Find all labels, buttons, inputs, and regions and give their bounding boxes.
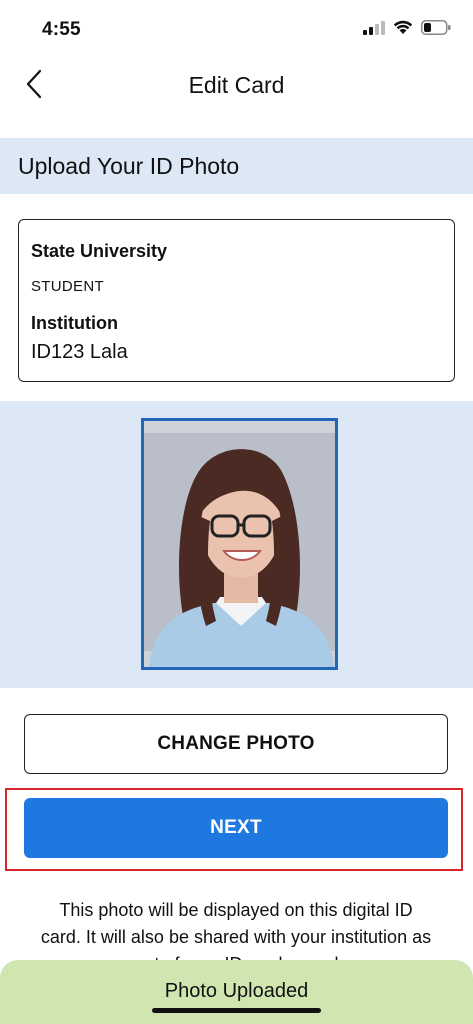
next-button[interactable]: NEXT [24, 798, 448, 858]
page-title: Edit Card [188, 72, 285, 98]
toast-notification: Photo Uploaded [0, 960, 473, 1024]
photo-area [0, 401, 473, 688]
status-time: 4:55 [42, 19, 81, 40]
battery-icon [421, 20, 451, 35]
card-institution-label: Institution [31, 313, 118, 333]
change-photo-button[interactable]: CHANGE PHOTO [24, 714, 448, 774]
id-card-preview: State University STUDENT Institution ID1… [18, 219, 455, 382]
status-icons [363, 20, 451, 35]
toast-message: Photo Uploaded [164, 980, 309, 1002]
nav-bar: Edit Card [0, 60, 473, 110]
section-header: Upload Your ID Photo [0, 138, 473, 194]
id-photo-portrait [144, 421, 335, 667]
section-title: Upload Your ID Photo [18, 153, 240, 179]
card-id-value: ID123 Lala [31, 341, 128, 363]
status-bar: 4:55 [0, 0, 473, 60]
wifi-icon [393, 20, 413, 34]
card-university: State University [31, 241, 168, 261]
cellular-signal-icon [363, 20, 385, 35]
card-role: STUDENT [31, 278, 104, 295]
home-indicator[interactable] [152, 1008, 321, 1013]
info-text: This photo will be displayed on this dig… [40, 900, 432, 963]
id-photo [141, 418, 338, 670]
